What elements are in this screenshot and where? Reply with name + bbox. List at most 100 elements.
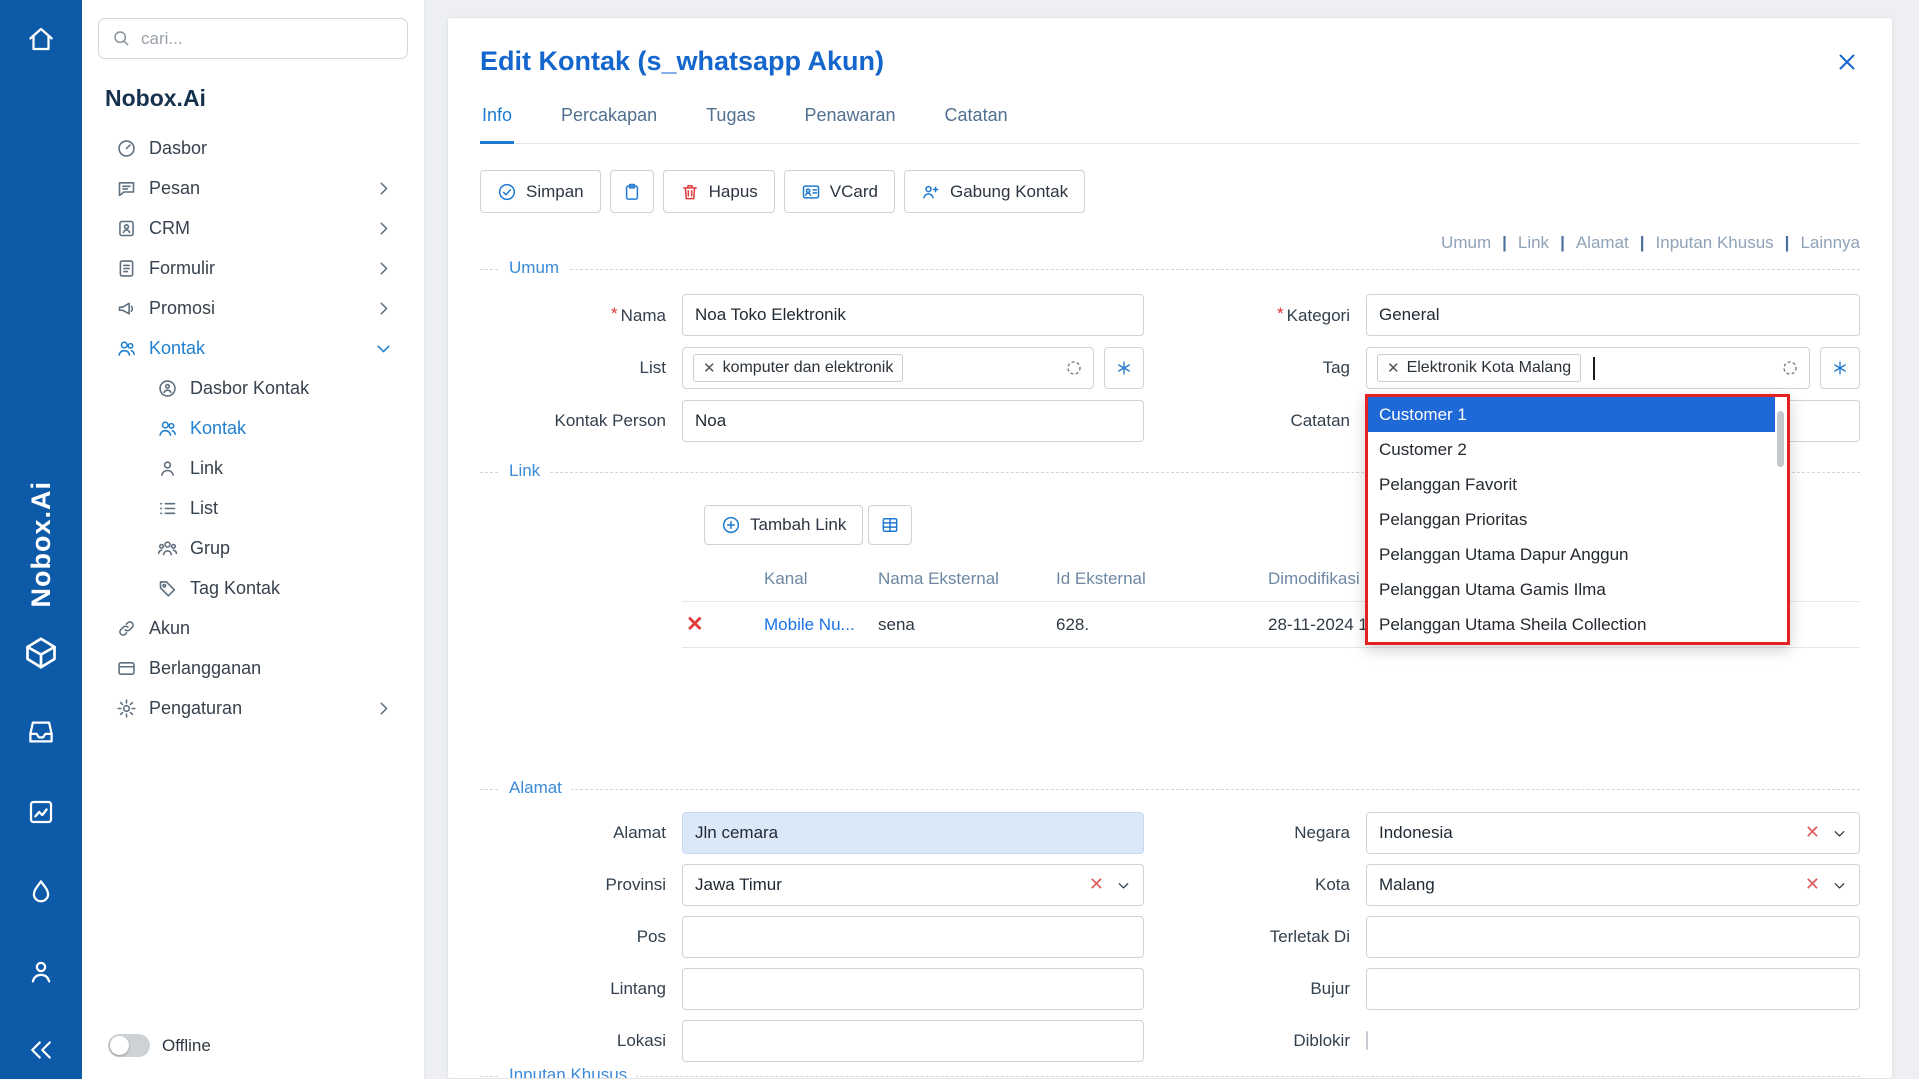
dropdown-option[interactable]: Customer 2: [1368, 432, 1775, 467]
sidebar-item-kontak[interactable]: Kontak: [98, 328, 408, 368]
table-grid-icon: [880, 515, 900, 535]
edit-kontak-panel: Edit Kontak (s_whatsapp Akun) Info Perca…: [447, 17, 1893, 1079]
messages-icon: [116, 178, 137, 199]
check-circle-icon: [497, 182, 517, 202]
bujur-input[interactable]: [1366, 968, 1860, 1010]
tag-quick-add-button[interactable]: [1820, 347, 1860, 389]
dropdown-option[interactable]: Pelanggan Favorit: [1368, 467, 1775, 502]
collapse-sidebar-icon[interactable]: [26, 1035, 56, 1065]
settings-gear-icon: [116, 698, 137, 719]
table-view-button[interactable]: [868, 505, 912, 545]
chevron-right-icon: [373, 258, 394, 279]
nav-inputan-khusus[interactable]: Inputan Khusus: [1629, 233, 1774, 253]
report-chart-icon[interactable]: [26, 797, 56, 827]
sidebar-item-tag-kontak[interactable]: Tag Kontak: [98, 568, 408, 608]
rail-brand-text: Nobox.Ai: [26, 481, 57, 608]
person-icon: [157, 458, 178, 479]
tab-catatan[interactable]: Catatan: [943, 105, 1010, 143]
alamat-input[interactable]: [682, 812, 1144, 854]
tab-tugas[interactable]: Tugas: [704, 105, 757, 143]
dropdown-option[interactable]: Pelanggan Utama Sheila Collection: [1368, 607, 1775, 642]
dropdown-option[interactable]: Pelanggan Prioritas: [1368, 502, 1775, 537]
list-label: List: [480, 358, 666, 378]
bujur-label: Bujur: [1160, 979, 1350, 999]
sidebar-item-promosi[interactable]: Promosi: [98, 288, 408, 328]
kontak-person-input[interactable]: [682, 400, 1144, 442]
dropdown-option[interactable]: Pelanggan Utama Gamis Ilma: [1368, 572, 1775, 607]
pos-input[interactable]: [682, 916, 1144, 958]
offline-toggle[interactable]: [108, 1034, 150, 1057]
col-nama-eksternal: Nama Eksternal: [874, 569, 1052, 602]
sidebar-item-berlangganan[interactable]: Berlangganan: [98, 648, 408, 688]
remove-chip-icon[interactable]: ✕: [1387, 361, 1400, 376]
trash-icon: [680, 182, 700, 202]
scrollbar-thumb[interactable]: [1777, 411, 1784, 467]
tab-penawaran[interactable]: Penawaran: [802, 105, 897, 143]
terletak-di-input[interactable]: [1366, 916, 1860, 958]
lintang-input[interactable]: [682, 968, 1144, 1010]
merge-contact-button[interactable]: Gabung Kontak: [904, 170, 1085, 213]
section-umum: Umum Nama Kategori List ✕ komputer dan e…: [480, 269, 1860, 442]
dropdown-option[interactable]: Customer 1: [1368, 397, 1775, 432]
tab-percakapan[interactable]: Percakapan: [559, 105, 659, 143]
sidebar-item-kontak-sub[interactable]: Kontak: [98, 408, 408, 448]
ink-drop-icon[interactable]: [26, 877, 56, 907]
kategori-input[interactable]: [1366, 294, 1860, 336]
lokasi-input[interactable]: [682, 1020, 1144, 1062]
kota-select[interactable]: Malang ✕: [1366, 864, 1860, 906]
sidebar-item-dasbor-kontak[interactable]: Dasbor Kontak: [98, 368, 408, 408]
kanal-link[interactable]: Mobile Nu...: [764, 615, 855, 634]
clipboard-icon: [622, 182, 642, 202]
provinsi-select[interactable]: Jawa Timur ✕: [682, 864, 1144, 906]
tab-info[interactable]: Info: [480, 105, 514, 144]
inbox-icon[interactable]: [26, 717, 56, 747]
clear-icon[interactable]: ✕: [1805, 822, 1820, 844]
clear-icon[interactable]: ✕: [1805, 874, 1820, 896]
sidebar-item-akun[interactable]: Akun: [98, 608, 408, 648]
asterisk-icon: [1115, 359, 1133, 377]
close-icon[interactable]: [1834, 49, 1860, 75]
kota-label: Kota: [1160, 875, 1350, 895]
tag-tag-input[interactable]: ✕ Elektronik Kota Malang: [1366, 347, 1810, 389]
add-link-button[interactable]: Tambah Link: [704, 505, 863, 545]
clipboard-button[interactable]: [610, 170, 654, 213]
list-quick-add-button[interactable]: [1104, 347, 1144, 389]
search-input[interactable]: [98, 18, 408, 59]
home-icon[interactable]: [26, 24, 56, 54]
sidebar-item-link[interactable]: Link: [98, 448, 408, 488]
alamat-label: Alamat: [480, 823, 666, 843]
remove-chip-icon[interactable]: ✕: [703, 361, 716, 376]
vcard-icon: [801, 182, 821, 202]
nama-label: Nama: [480, 304, 666, 326]
nav-alamat[interactable]: Alamat: [1549, 233, 1629, 253]
vcard-button[interactable]: VCard: [784, 170, 895, 213]
chevron-right-icon: [373, 218, 394, 239]
delete-row-icon[interactable]: ✕: [686, 613, 704, 636]
chevron-down-icon: [1115, 877, 1132, 894]
nama-eksternal-cell: sena: [874, 602, 1052, 648]
sidebar-item-dasbor[interactable]: Dasbor: [98, 128, 408, 168]
diblokir-checkbox[interactable]: [1366, 1031, 1368, 1050]
nav-umum[interactable]: Umum: [1441, 233, 1491, 253]
user-icon[interactable]: [26, 957, 56, 987]
nama-input[interactable]: [682, 294, 1144, 336]
sidebar-title: Nobox.Ai: [105, 85, 408, 112]
list-tag-input[interactable]: ✕ komputer dan elektronik: [682, 347, 1094, 389]
sidebar-item-grup[interactable]: Grup: [98, 528, 408, 568]
kategori-label: Kategori: [1160, 304, 1350, 326]
sidebar-item-pesan[interactable]: Pesan: [98, 168, 408, 208]
dropdown-option[interactable]: Pelanggan Utama Dapur Anggun: [1368, 537, 1775, 572]
sidebar-item-crm[interactable]: CRM: [98, 208, 408, 248]
tag-icon: [157, 578, 178, 599]
sidebar-item-formulir[interactable]: Formulir: [98, 248, 408, 288]
negara-select[interactable]: Indonesia ✕: [1366, 812, 1860, 854]
nav-link[interactable]: Link: [1491, 233, 1549, 253]
offline-control: Offline: [98, 1034, 408, 1057]
sidebar-item-pengaturan[interactable]: Pengaturan: [98, 688, 408, 728]
clear-icon[interactable]: ✕: [1089, 874, 1104, 896]
spinner-icon: [1781, 359, 1799, 377]
save-button[interactable]: Simpan: [480, 170, 601, 213]
nav-lainnya[interactable]: Lainnya: [1774, 233, 1860, 253]
sidebar-item-list[interactable]: List: [98, 488, 408, 528]
delete-button[interactable]: Hapus: [663, 170, 775, 213]
